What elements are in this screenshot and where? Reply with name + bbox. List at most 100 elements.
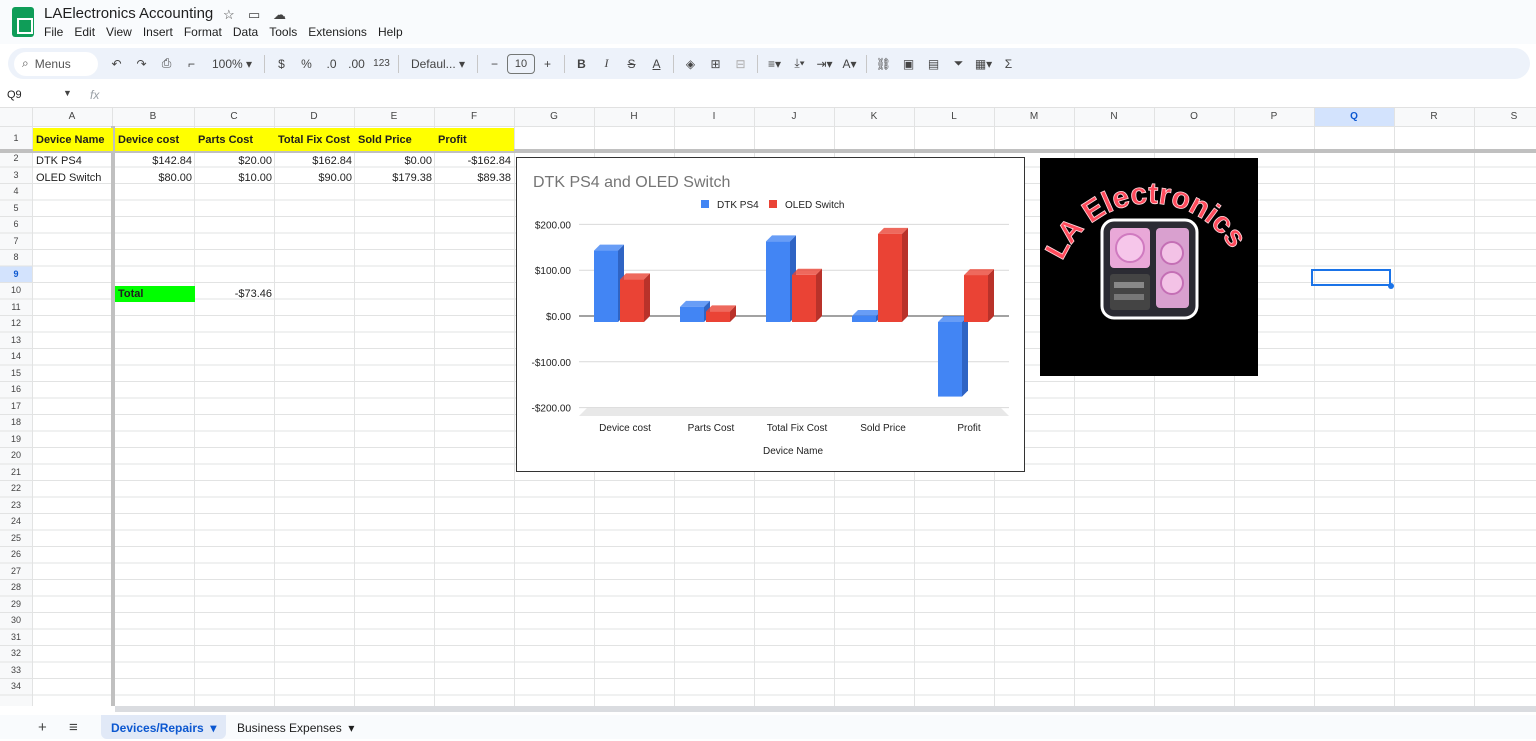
text-color-icon[interactable]: A	[644, 52, 669, 76]
menu-tools[interactable]: Tools	[269, 25, 297, 39]
column-header-b[interactable]: B	[112, 108, 194, 126]
increase-decimal-button[interactable]: .00	[344, 52, 369, 76]
row-header-20[interactable]: 20	[0, 447, 32, 464]
merge-cells-icon[interactable]: ⊟	[728, 52, 753, 76]
font-size-increase-icon[interactable]: +	[535, 52, 560, 76]
insert-chart-icon[interactable]: ▤	[921, 52, 946, 76]
row-header-18[interactable]: 18	[0, 414, 32, 431]
row-header-25[interactable]: 25	[0, 530, 32, 547]
menu-view[interactable]: View	[106, 25, 132, 39]
table-cell[interactable]: $162.84	[275, 153, 355, 169]
row-header-9[interactable]: 9	[0, 266, 32, 283]
vertical-align-icon[interactable]: ⤓▾	[787, 52, 812, 76]
row-header-3[interactable]: 3	[0, 167, 32, 184]
row-header-8[interactable]: 8	[0, 249, 32, 266]
currency-format-button[interactable]: $	[269, 52, 294, 76]
header-cell[interactable]: Device Name	[33, 128, 113, 151]
header-cell[interactable]: Total Fix Cost	[275, 128, 355, 151]
column-header-n[interactable]: N	[1074, 108, 1154, 126]
column-header-m[interactable]: M	[994, 108, 1074, 126]
all-sheets-menu-icon[interactable]: ≡	[69, 719, 78, 736]
name-box[interactable]: Q9	[7, 89, 22, 101]
column-header-k[interactable]: K	[834, 108, 914, 126]
column-header-q[interactable]: Q	[1314, 108, 1394, 126]
chevron-down-icon[interactable]: ▾	[210, 721, 216, 735]
row-header-19[interactable]: 19	[0, 431, 32, 448]
chevron-down-icon[interactable]: ▼	[63, 88, 72, 98]
menu-file[interactable]: File	[44, 25, 63, 39]
move-folder-icon[interactable]: ▭	[248, 7, 260, 23]
row-header-30[interactable]: 30	[0, 612, 32, 629]
row-header-4[interactable]: 4	[0, 183, 32, 200]
horizontal-scrollbar[interactable]	[115, 706, 1536, 712]
row-header-24[interactable]: 24	[0, 513, 32, 530]
row-header-21[interactable]: 21	[0, 464, 32, 481]
table-cell[interactable]: $0.00	[355, 153, 435, 169]
row-header-29[interactable]: 29	[0, 596, 32, 613]
table-cell[interactable]: $142.84	[115, 153, 195, 169]
total-label-cell[interactable]: Total	[115, 286, 195, 302]
sheet-tab-devices-repairs[interactable]: Devices/Repairs ▾	[101, 715, 227, 739]
horizontal-align-icon[interactable]: ≡▾	[762, 52, 787, 76]
fill-color-icon[interactable]: ◈	[678, 52, 703, 76]
row-header-32[interactable]: 32	[0, 645, 32, 662]
row-header-15[interactable]: 15	[0, 365, 32, 382]
number-format-button[interactable]: 123	[369, 52, 394, 76]
column-header-j[interactable]: J	[754, 108, 834, 126]
table-cell[interactable]: $89.38	[435, 170, 514, 186]
column-header-o[interactable]: O	[1154, 108, 1234, 126]
column-header-c[interactable]: C	[194, 108, 274, 126]
document-title[interactable]: LAElectronics Accounting	[44, 5, 213, 22]
row-header-10[interactable]: 10	[0, 282, 32, 299]
total-value-cell[interactable]: -$73.46	[195, 286, 275, 302]
menu-edit[interactable]: Edit	[74, 25, 95, 39]
column-header-h[interactable]: H	[594, 108, 674, 126]
row-header-22[interactable]: 22	[0, 480, 32, 497]
row-header-5[interactable]: 5	[0, 200, 32, 217]
table-cell[interactable]: DTK PS4	[33, 153, 113, 169]
row-header-13[interactable]: 13	[0, 332, 32, 349]
font-size-decrease-icon[interactable]: −	[482, 52, 507, 76]
insert-comment-icon[interactable]: ▣	[896, 52, 921, 76]
row-header-6[interactable]: 6	[0, 216, 32, 233]
embedded-chart[interactable]: DTK PS4 and OLED Switch DTK PS4 OLED Switc…	[516, 157, 1025, 472]
column-header-r[interactable]: R	[1394, 108, 1474, 126]
la-electronics-logo-image[interactable]: LA Electronics	[1039, 158, 1258, 376]
percent-format-button[interactable]: %	[294, 52, 319, 76]
add-sheet-icon[interactable]: +	[38, 719, 47, 736]
selected-cell-q9[interactable]	[1311, 269, 1391, 286]
table-cell[interactable]: $179.38	[355, 170, 435, 186]
star-icon[interactable]: ☆	[223, 7, 235, 23]
table-cell[interactable]: $10.00	[195, 170, 275, 186]
insert-link-icon[interactable]: ⛓	[871, 52, 896, 76]
menu-help[interactable]: Help	[378, 25, 403, 39]
paint-format-icon[interactable]: ⌐	[179, 52, 204, 76]
menu-extensions[interactable]: Extensions	[308, 25, 367, 39]
table-cell[interactable]: $90.00	[275, 170, 355, 186]
sheet-tab-business-expenses[interactable]: Business Expenses ▾	[227, 715, 364, 739]
functions-icon[interactable]: Σ	[996, 52, 1021, 76]
row-header-2[interactable]: 2	[0, 150, 32, 167]
row-header-26[interactable]: 26	[0, 546, 32, 563]
font-size-input[interactable]: 10	[507, 53, 535, 74]
redo-icon[interactable]: ↷	[129, 52, 154, 76]
row-header-1[interactable]: 1	[0, 126, 32, 150]
font-select[interactable]: Defaul... ▾	[403, 52, 473, 76]
fill-handle[interactable]	[1388, 283, 1394, 289]
column-header-e[interactable]: E	[354, 108, 434, 126]
row-header-12[interactable]: 12	[0, 315, 32, 332]
formula-input[interactable]	[112, 88, 1512, 104]
menu-insert[interactable]: Insert	[143, 25, 173, 39]
cloud-status-icon[interactable]: ☁	[273, 7, 286, 23]
text-rotation-icon[interactable]: A▾	[837, 52, 862, 76]
table-views-icon[interactable]: ▦▾	[971, 52, 996, 76]
menu-data[interactable]: Data	[233, 25, 258, 39]
chevron-down-icon[interactable]: ▾	[348, 721, 354, 735]
column-header-d[interactable]: D	[274, 108, 354, 126]
table-cell[interactable]: $80.00	[115, 170, 195, 186]
bold-icon[interactable]: B	[569, 52, 594, 76]
column-header-l[interactable]: L	[914, 108, 994, 126]
table-cell[interactable]: OLED Switch	[33, 170, 113, 186]
table-cell[interactable]: $20.00	[195, 153, 275, 169]
row-header-28[interactable]: 28	[0, 579, 32, 596]
